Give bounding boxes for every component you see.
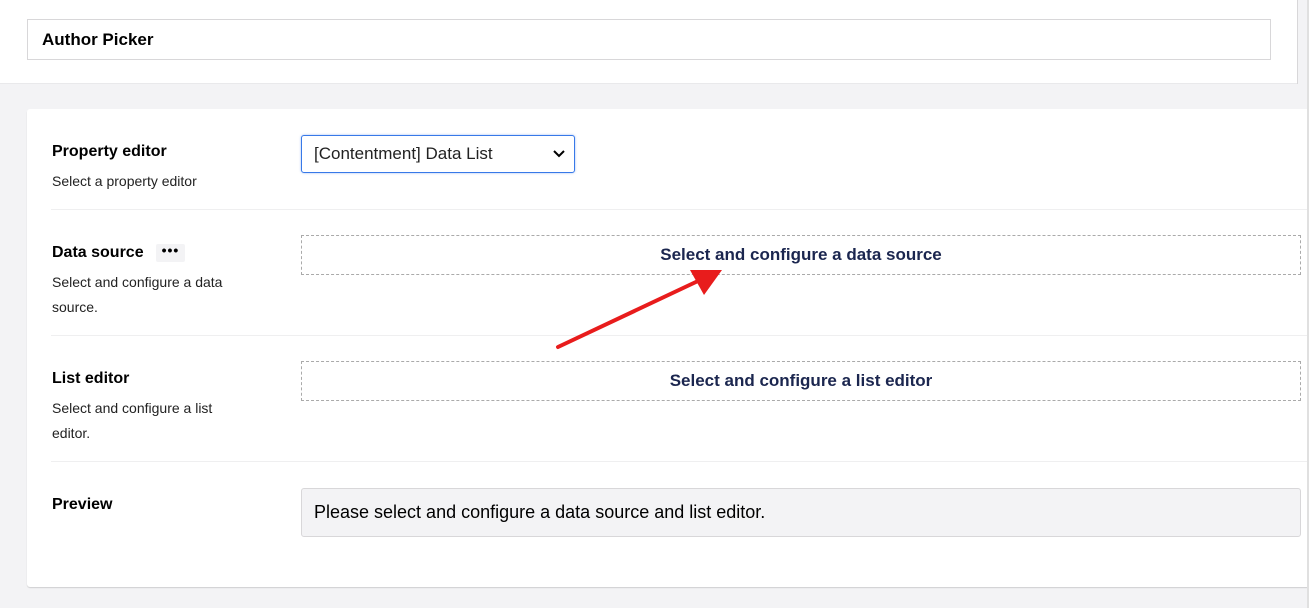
property-editor-select[interactable]: [Contentment] Data List xyxy=(301,135,575,173)
datatype-name-input[interactable]: Author Picker xyxy=(27,19,1271,60)
list-editor-description: Select and configure a list editor. xyxy=(52,400,213,441)
preview-label-col: Preview xyxy=(52,496,252,514)
property-editor-label-col: Property editor Select a property editor xyxy=(52,143,252,194)
list-editor-label: List editor xyxy=(52,370,130,387)
data-source-label: Data source xyxy=(52,244,144,261)
data-source-label-col: Data source ••• Select and configure a da… xyxy=(52,243,252,320)
configure-list-editor-button[interactable]: Select and configure a list editor xyxy=(301,361,1301,401)
header-area: Author Picker xyxy=(0,0,1297,84)
property-editor-label: Property editor xyxy=(52,143,167,160)
list-editor-label-col: List editor Select and configure a list … xyxy=(52,370,252,446)
property-editor-row: Property editor Select a property editor… xyxy=(51,109,1309,210)
property-editor-description: Select a property editor xyxy=(52,173,197,189)
preview-row: Preview Please select and configure a da… xyxy=(51,462,1309,572)
configure-data-source-button[interactable]: Select and configure a data source xyxy=(301,235,1301,275)
data-source-description: Select and configure a data source. xyxy=(52,274,223,315)
chevron-down-icon xyxy=(553,150,565,158)
annotation-arrow-icon xyxy=(556,270,722,349)
property-editor-selected-value: [Contentment] Data List xyxy=(314,144,493,163)
more-options-icon[interactable]: ••• xyxy=(155,243,186,262)
preview-message: Please select and configure a data sourc… xyxy=(301,488,1301,537)
header-divider xyxy=(1297,0,1298,84)
preview-label: Preview xyxy=(52,496,113,513)
